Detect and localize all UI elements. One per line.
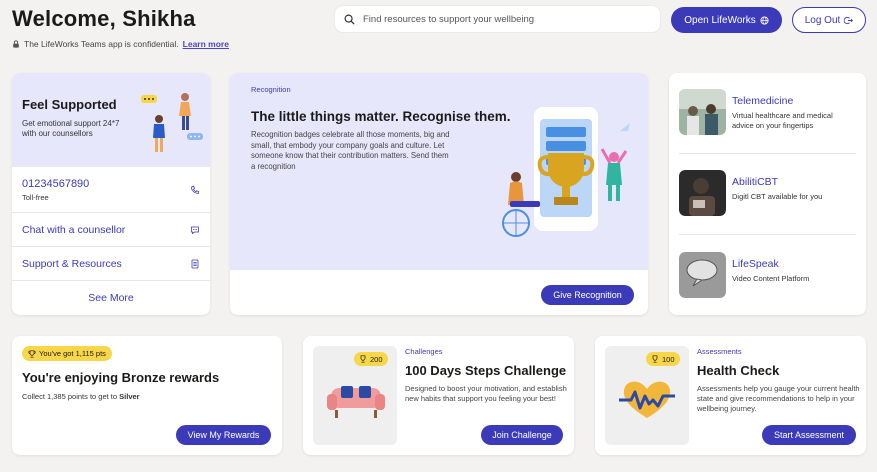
lifespeak-thumbnail xyxy=(679,252,726,298)
abiliticbt-title: AbilitiCBT xyxy=(732,176,779,188)
assessment-points-badge: 100 xyxy=(646,352,680,366)
assessment-tag: Assessments xyxy=(697,347,742,356)
support-title: Feel Supported xyxy=(22,97,117,112)
trophy-icon xyxy=(28,349,36,358)
service-lifespeak[interactable]: LifeSpeak Video Content Platform xyxy=(679,252,856,298)
assessment-title: Health Check xyxy=(697,363,780,378)
telemedicine-description: Virtual healthcare and medical advice on… xyxy=(732,111,833,130)
challenge-description: Designed to boost your motivation, and e… xyxy=(405,384,567,403)
trophy-icon xyxy=(652,355,658,363)
challenge-points: 200 xyxy=(370,354,383,364)
challenge-points-badge: 200 xyxy=(354,352,388,366)
chat-counsellor-label: Chat with a counsellor xyxy=(22,223,126,236)
phone-row[interactable]: 01234567890 Toll-free xyxy=(12,167,210,213)
trophy-icon xyxy=(360,355,366,363)
lock-icon xyxy=(13,40,19,48)
assessment-points: 100 xyxy=(662,354,675,364)
heartbeat-illustration xyxy=(619,381,675,418)
confidential-text: The LifeWorks Teams app is confidential. xyxy=(24,39,179,49)
telemedicine-title: Telemedicine xyxy=(732,95,794,107)
see-more-link[interactable]: See More xyxy=(12,281,210,315)
recognition-card: Recognition The little things matter. Re… xyxy=(230,73,648,315)
assessment-card: 100 Assessments Health Check Assessments… xyxy=(595,336,866,455)
open-lifeworks-label: Open LifeWorks xyxy=(684,14,756,26)
give-recognition-button[interactable]: Give Recognition xyxy=(541,285,634,305)
trophy-illustration xyxy=(502,107,630,237)
recognition-description: Recognition badges celebrate all those m… xyxy=(251,130,450,171)
search-icon xyxy=(344,14,355,25)
challenge-illustration: 200 xyxy=(313,346,397,445)
logout-label: Log Out xyxy=(804,14,841,26)
document-icon xyxy=(191,259,199,268)
lifespeak-description: Video Content Platform xyxy=(732,274,810,283)
counsellors-illustration xyxy=(141,93,203,152)
chat-icon xyxy=(191,226,199,234)
assessment-illustration: 100 xyxy=(605,346,689,445)
support-resources-row[interactable]: Support & Resources xyxy=(12,247,210,281)
logout-icon xyxy=(844,16,854,24)
join-challenge-button[interactable]: Join Challenge xyxy=(481,425,563,445)
learn-more-link[interactable]: Learn more xyxy=(183,39,229,49)
phone-number: 01234567890 xyxy=(22,177,90,190)
phone-icon xyxy=(191,185,200,194)
rewards-next-level: Silver xyxy=(119,392,140,401)
service-abiliticbt[interactable]: AbilitiCBT Digitl CBT available for you xyxy=(679,170,856,216)
search-input[interactable]: Find resources to support your wellbeing xyxy=(335,6,660,32)
search-placeholder: Find resources to support your wellbeing xyxy=(363,13,535,25)
view-rewards-button[interactable]: View My Rewards xyxy=(176,425,271,445)
assessment-description: Assessments help you gauge your current … xyxy=(697,384,860,413)
toll-free-label: Toll-free xyxy=(22,192,49,202)
rewards-card: You've got 1,115 pts You're enjoying Bro… xyxy=(12,336,282,455)
recognition-title: The little things matter. Recognise them… xyxy=(251,109,511,124)
recognition-banner: Recognition The little things matter. Re… xyxy=(230,73,648,270)
telemedicine-thumbnail xyxy=(679,89,726,135)
challenge-title: 100 Days Steps Challenge xyxy=(405,363,567,378)
lifespeak-title: LifeSpeak xyxy=(732,258,779,270)
chat-counsellor-row[interactable]: Chat with a counsellor xyxy=(12,213,210,247)
support-resources-label: Support & Resources xyxy=(22,257,122,270)
open-lifeworks-button[interactable]: Open LifeWorks xyxy=(671,7,782,33)
abiliticbt-thumbnail xyxy=(679,170,726,216)
rewards-title: You're enjoying Bronze rewards xyxy=(22,370,220,385)
rewards-subtitle-text: Collect 1,385 points to get to xyxy=(22,392,120,401)
logout-button[interactable]: Log Out xyxy=(792,7,866,33)
recognition-tag: Recognition xyxy=(251,85,291,94)
divider xyxy=(679,153,856,154)
challenge-tag: Challenges xyxy=(405,347,443,356)
rewards-subtitle: Collect 1,385 points to get to Silver xyxy=(22,392,140,401)
support-header: Feel Supported Get emotional support 24*… xyxy=(12,73,210,167)
divider xyxy=(679,234,856,235)
services-card: Telemedicine Virtual healthcare and medi… xyxy=(669,73,866,315)
confidential-notice: The LifeWorks Teams app is confidential.… xyxy=(12,39,229,49)
sofa-illustration xyxy=(327,386,385,418)
feel-supported-card: Feel Supported Get emotional support 24*… xyxy=(12,73,210,315)
challenge-card: 200 Challenges 100 Days Steps Challenge … xyxy=(303,336,574,455)
support-subtitle: Get emotional support 24*7 with our coun… xyxy=(22,119,120,138)
service-telemedicine[interactable]: Telemedicine Virtual healthcare and medi… xyxy=(679,89,856,135)
points-badge: You've got 1,115 pts xyxy=(22,346,112,361)
abiliticbt-description: Digitl CBT available for you xyxy=(732,192,823,201)
welcome-heading: Welcome, Shikha xyxy=(12,6,196,31)
points-text: You've got 1,115 pts xyxy=(39,349,106,358)
globe-icon xyxy=(760,15,769,25)
start-assessment-button[interactable]: Start Assessment xyxy=(762,425,856,445)
